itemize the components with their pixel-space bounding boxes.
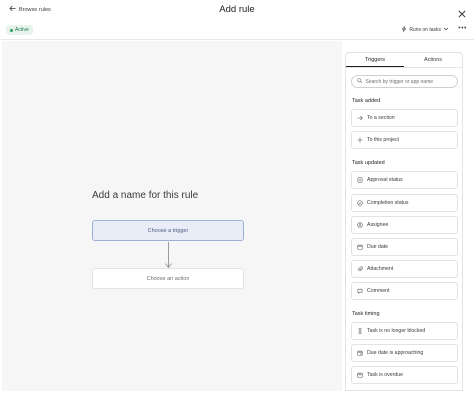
- trigger-label: To this project: [367, 137, 400, 143]
- tab-triggers[interactable]: Triggers: [346, 53, 404, 67]
- trigger-label: Due date is approaching: [367, 350, 424, 356]
- choose-trigger-box[interactable]: Choose a trigger: [92, 220, 244, 241]
- trigger-label: Task is overdue: [367, 372, 404, 378]
- trigger-assignee[interactable]: Assignee: [351, 216, 458, 234]
- chevron-down-icon: [443, 26, 449, 34]
- comment-icon: [357, 288, 363, 294]
- trigger-comment[interactable]: Comment: [351, 282, 458, 300]
- more-options-button[interactable]: •••: [458, 25, 467, 32]
- status-dot-icon: [10, 28, 13, 32]
- trigger-due-date[interactable]: Due date: [351, 238, 458, 256]
- arrow-right-icon: [357, 115, 363, 121]
- trigger-to-a-section[interactable]: To a section: [351, 109, 458, 127]
- calendar-clock-icon: [357, 350, 363, 356]
- status-label: Active: [15, 27, 29, 33]
- rule-name-input[interactable]: Add a name for this rule: [92, 190, 198, 201]
- page-title: Add rule: [219, 4, 255, 15]
- trigger-label: Completion status: [367, 200, 409, 206]
- trigger-label: To a section: [367, 115, 395, 121]
- calendar-icon: [357, 244, 363, 250]
- rule-canvas: [2, 41, 342, 391]
- trigger-search-input[interactable]: Search by trigger or app name: [351, 75, 458, 88]
- search-icon: [357, 78, 363, 86]
- trigger-task-overdue[interactable]: Task is overdue: [351, 366, 458, 384]
- trigger-label: Attachment: [367, 266, 394, 272]
- trigger-approval-status[interactable]: Approval status: [351, 171, 458, 189]
- trigger-task-no-longer-blocked[interactable]: Task is no longer blocked: [351, 322, 458, 340]
- section-task-timing: Task timing: [352, 311, 380, 317]
- choose-action-box[interactable]: Choose an action: [92, 268, 244, 289]
- paperclip-icon: [357, 266, 363, 272]
- trigger-label: Approval status: [367, 177, 403, 183]
- header: Browse rules Add rule: [0, 0, 474, 20]
- runs-on-dropdown[interactable]: Runs on tasks: [401, 25, 449, 35]
- close-button[interactable]: [458, 5, 466, 18]
- plus-icon: [357, 137, 363, 143]
- approval-icon: [357, 177, 363, 183]
- trigger-label: Comment: [367, 288, 390, 294]
- panel-tabs: Triggers Actions: [346, 53, 462, 68]
- trigger-label: Assignee: [367, 222, 389, 228]
- trigger-panel: Triggers Actions Search by trigger or ap…: [345, 52, 463, 391]
- section-task-updated: Task updated: [352, 160, 385, 166]
- lightning-icon: [401, 26, 407, 34]
- user-icon: [357, 222, 363, 228]
- trigger-completion-status[interactable]: Completion status: [351, 194, 458, 212]
- section-task-added: Task added: [352, 98, 381, 104]
- calendar-alert-icon: [357, 372, 363, 378]
- trigger-attachment[interactable]: Attachment: [351, 260, 458, 278]
- search-placeholder: Search by trigger or app name: [365, 78, 434, 85]
- trigger-to-this-project[interactable]: To this project: [351, 131, 458, 149]
- trigger-due-date-approaching[interactable]: Due date is approaching: [351, 344, 458, 362]
- trigger-label: Due date: [367, 244, 389, 250]
- rule-toolbar: Active Runs on tasks •••: [0, 20, 474, 40]
- hourglass-icon: [357, 328, 363, 334]
- check-circle-icon: [357, 200, 363, 206]
- close-icon: [458, 10, 466, 18]
- trigger-label: Task is no longer blocked: [367, 328, 426, 334]
- runs-on-label: Runs on tasks: [409, 27, 441, 33]
- status-badge[interactable]: Active: [6, 25, 33, 35]
- tab-actions[interactable]: Actions: [404, 53, 462, 67]
